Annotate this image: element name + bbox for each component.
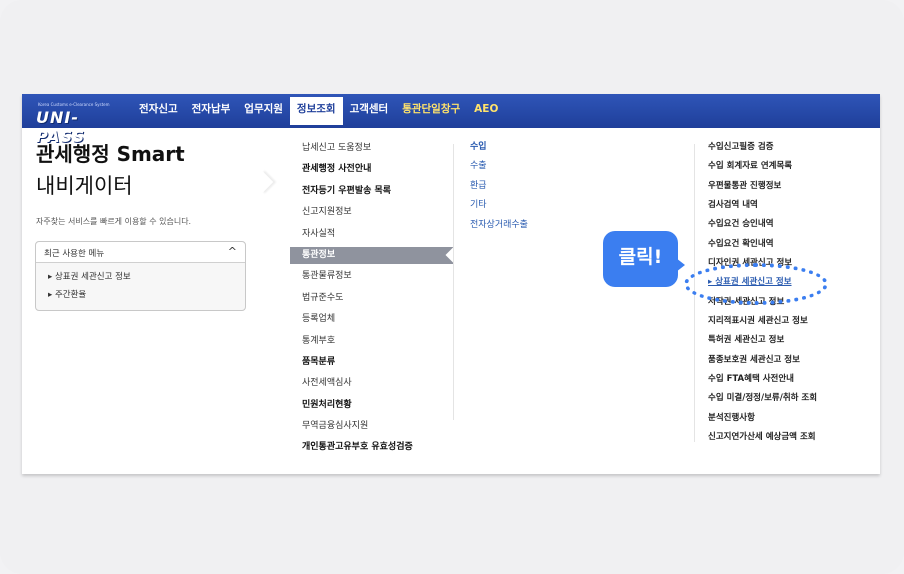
menu-item[interactable]: 자사실적	[290, 224, 454, 245]
unipass-logo[interactable]: Korea Customs e-Clearance System UNI-PAS…	[32, 99, 124, 146]
recent-menu-box: 최근 사용한 메뉴 ^ ▸ 상표권 세관신고 정보 ▸ 주간환율	[35, 241, 246, 311]
menu-item[interactable]: 신고지원정보	[290, 202, 454, 223]
detail-menu-item[interactable]: 수입요건 승인내역	[708, 215, 878, 234]
menu-item[interactable]: 납세신고 도움정보	[290, 138, 454, 159]
main-nav: 전자신고 전자납부 업무지원 정보조회 고객센터 통관단일창구 AEO	[132, 94, 505, 128]
menu-item[interactable]: 관세행정 사전안내	[290, 159, 454, 180]
recent-menu-title: 최근 사용한 메뉴	[44, 249, 105, 259]
chevron-up-icon[interactable]: ^	[228, 245, 237, 258]
detail-menu-item[interactable]: 수입요건 확인내역	[708, 235, 878, 254]
menu-item[interactable]: 법규준수도	[290, 288, 454, 309]
detail-menu-item[interactable]: 신고지연가산세 예상금액 조회	[708, 428, 878, 447]
submenu-item[interactable]: 환급	[470, 177, 590, 196]
submenu-item[interactable]: 기타	[470, 196, 590, 215]
menu-item[interactable]: 등록업체	[290, 309, 454, 330]
screenshot-card: Korea Customs e-Clearance System UNI-PAS…	[0, 0, 904, 574]
nav-customer-center[interactable]: 고객센터	[343, 94, 396, 128]
menu-level1: 납세신고 도움정보 관세행정 사전안내 전자등기 우편발송 목록 신고지원정보 …	[290, 138, 454, 459]
recent-menu-item[interactable]: ▸ 상표권 세관신고 정보	[48, 270, 131, 282]
top-navigation-bar: Korea Customs e-Clearance System UNI-PAS…	[22, 94, 880, 146]
navigator-title-sub: 내비게이터	[36, 174, 133, 198]
submenu-item-active[interactable]: 수입	[470, 138, 590, 157]
menu-level2: 수입 수출 환급 기타 전자상거래수출	[470, 138, 590, 235]
navigator-title: 관세행정 Smart	[36, 142, 185, 166]
click-callout-bubble: 클릭!	[603, 231, 685, 287]
menu-item[interactable]: 사전세액심사	[290, 373, 454, 394]
nav-info-inquiry[interactable]: 정보조회	[289, 97, 343, 125]
detail-menu-item[interactable]: 검사검역 내역	[708, 196, 878, 215]
detail-menu-item[interactable]: 지리적표시권 세관신고 정보	[708, 312, 878, 331]
nav-aeo[interactable]: AEO	[467, 94, 505, 128]
detail-menu-item[interactable]: 수입 FTA혜택 사전안내	[708, 370, 878, 389]
navigator-panel: 관세행정 Smart 내비게이터 자주찾는 서비스를 빠르게 이용할 수 있습니…	[22, 128, 262, 474]
detail-menu-item[interactable]: 수입 미결/정정/보류/취하 조회	[708, 389, 878, 408]
detail-menu-item[interactable]: 특허권 세관신고 정보	[708, 331, 878, 350]
submenu-item[interactable]: 수출	[470, 157, 590, 176]
recent-menu-item[interactable]: ▸ 주간환율	[48, 288, 86, 300]
nav-work-support[interactable]: 업무지원	[237, 94, 290, 128]
column-divider	[453, 144, 454, 420]
navigator-description: 자주찾는 서비스를 빠르게 이용할 수 있습니다.	[36, 217, 192, 226]
menu-item[interactable]: 품목분류	[290, 352, 454, 373]
detail-menu-item[interactable]: 수입 회계자료 연계목록	[708, 157, 878, 176]
nav-e-declaration[interactable]: 전자신고	[132, 94, 185, 128]
submenu-item[interactable]: 전자상거래수출	[470, 216, 590, 235]
nav-single-window[interactable]: 통관단일창구	[395, 94, 467, 128]
recent-menu-header[interactable]: 최근 사용한 메뉴 ^	[36, 242, 245, 263]
detail-menu-item[interactable]: 수입신고필증 검증	[708, 138, 878, 157]
menu-item[interactable]: 무역금융심사지원	[290, 416, 454, 437]
highlight-oval	[684, 263, 828, 305]
detail-menu-item[interactable]: 우편물통관 진행정보	[708, 177, 878, 196]
logo-tagline: Korea Customs e-Clearance System	[38, 102, 110, 107]
menu-item-active[interactable]: 통관정보	[290, 246, 454, 264]
menu-item[interactable]: 민원처리현황	[290, 395, 454, 416]
detail-menu-item[interactable]: 품종보호권 세관신고 정보	[708, 351, 878, 370]
menu-item[interactable]: 통관물류정보	[290, 266, 454, 287]
menu-item[interactable]: 전자등기 우편발송 목록	[290, 181, 454, 202]
detail-menu-item[interactable]: 분석진행사항	[708, 409, 878, 428]
menu-item[interactable]: 개인통관고유부호 유효성검증	[290, 437, 454, 458]
nav-e-payment[interactable]: 전자납부	[185, 94, 238, 128]
menu-item[interactable]: 통계부호	[290, 331, 454, 352]
